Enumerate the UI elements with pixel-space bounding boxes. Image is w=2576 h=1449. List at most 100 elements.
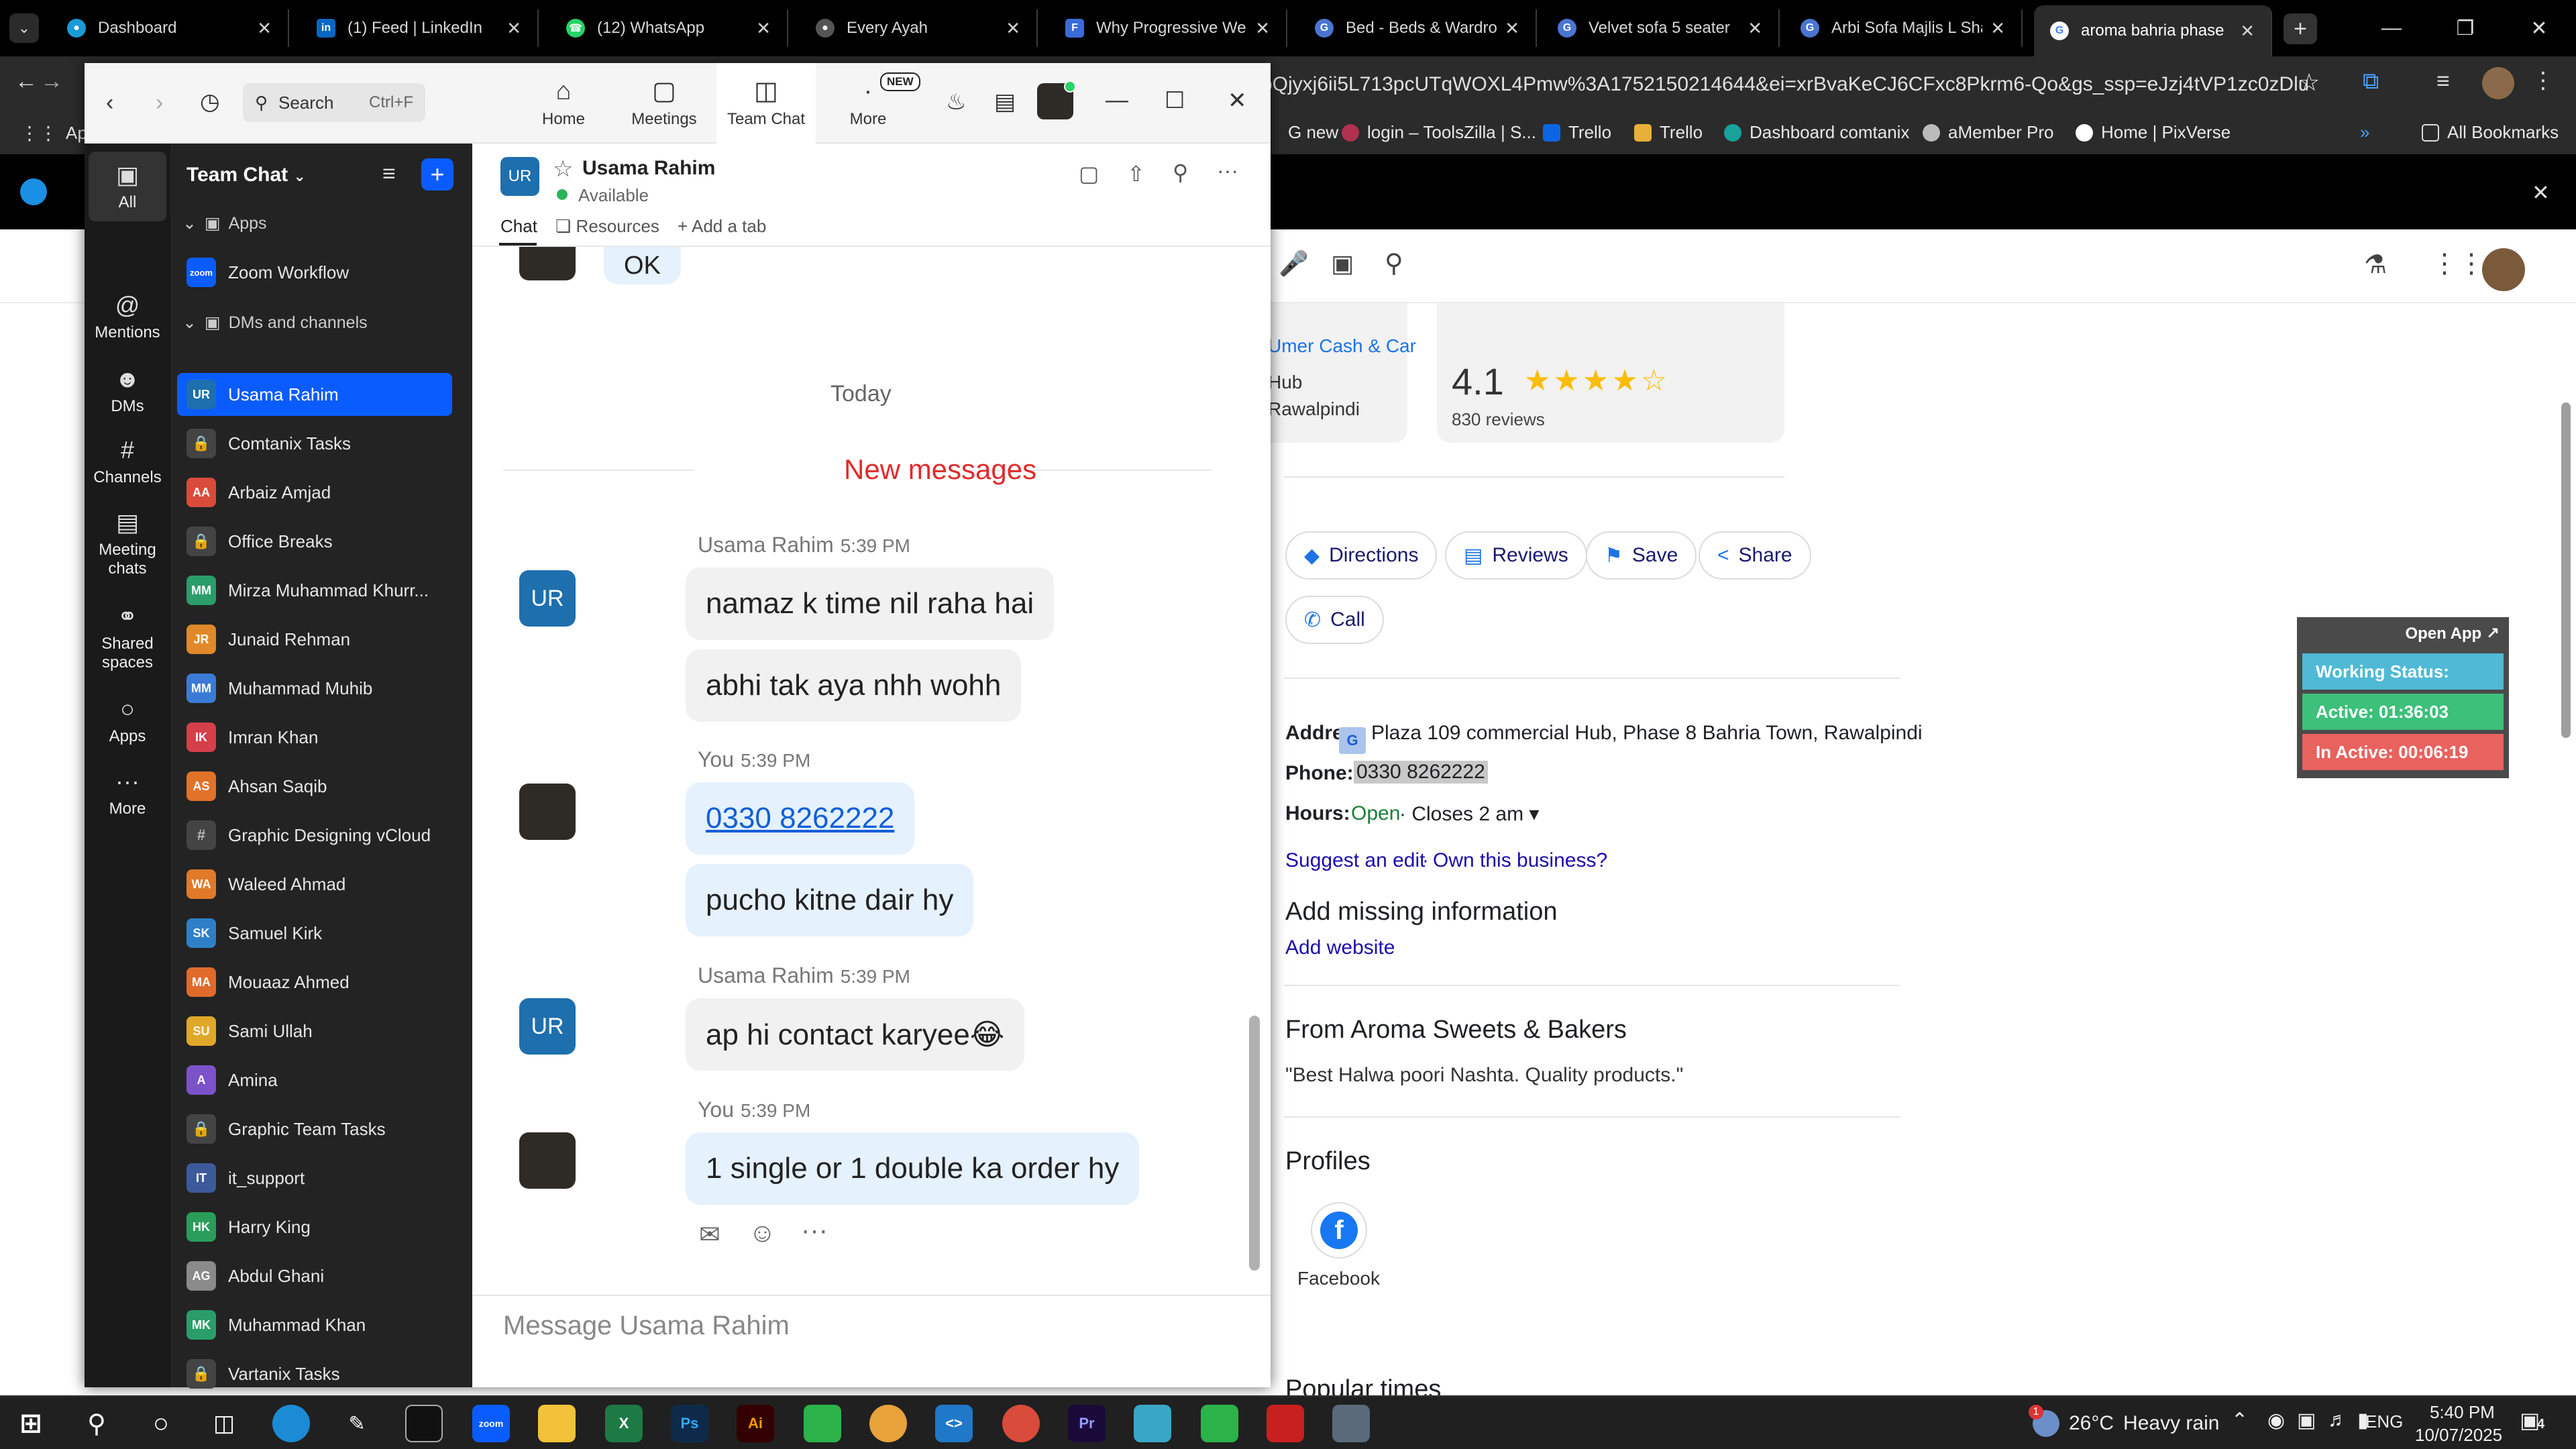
tray-icon[interactable]: ◉ [2267, 1409, 2285, 1432]
rail-channels[interactable]: # Channels [89, 436, 166, 487]
sidebar-item-channel[interactable]: MK Muhammad Khan [177, 1303, 452, 1346]
vscode-icon[interactable]: <> [935, 1405, 973, 1442]
close-icon[interactable]: ✕ [756, 18, 771, 39]
menu-dots-icon[interactable]: ⋮ [2532, 67, 2555, 94]
more-bookmarks-icon[interactable]: » [2360, 122, 2369, 143]
sidebar-item-channel[interactable]: 🔒 Comtanix Tasks [177, 422, 452, 465]
close-icon[interactable]: ✕ [1228, 87, 1247, 114]
nav-team-chat[interactable]: ◫ Team Chat [716, 63, 816, 144]
close-icon[interactable]: ✕ [257, 18, 272, 39]
volume-icon[interactable]: ♬ [2328, 1409, 2348, 1432]
phone-link[interactable]: 0330 8262222 [706, 802, 894, 835]
all-bookmarks[interactable]: All Bookmarks [2422, 122, 2559, 143]
tray-chevron-icon[interactable]: ⌃ [2231, 1409, 2248, 1432]
task-view-icon[interactable]: ◫ [205, 1405, 243, 1442]
message-bubble[interactable]: abhi tak aya nhh wohh [686, 649, 1022, 722]
message-bubble[interactable]: 0330 8262222 [686, 782, 915, 855]
sidebar-item-channel[interactable]: IK Imran Khan [177, 716, 452, 759]
close-icon[interactable]: ✕ [1990, 18, 2005, 39]
pen-icon[interactable]: ✎ [338, 1405, 376, 1442]
filter-icon[interactable]: ≡ [382, 161, 396, 187]
rail-mentions[interactable]: @ Mentions [89, 291, 166, 342]
nav-home[interactable]: ⌂ Home [514, 63, 613, 144]
extension-icon[interactable]: ⧉ [2363, 68, 2379, 95]
contact-name[interactable]: Usama Rahim [582, 157, 715, 180]
profile-avatar[interactable] [2482, 67, 2514, 99]
save-button[interactable]: ⚑ Save [1586, 531, 1697, 580]
facebook-label[interactable]: Facebook [1297, 1268, 1380, 1289]
video-call-icon[interactable]: ▢ [1079, 161, 1099, 186]
close-icon[interactable]: ✕ [2240, 21, 2255, 42]
sidebar-item-channel[interactable]: IT it_support [177, 1157, 452, 1199]
voice-search-icon[interactable]: 🎤 [1279, 250, 1309, 278]
illustrator-icon[interactable]: Ai [737, 1405, 774, 1442]
close-icon[interactable]: ✕ [1006, 18, 1020, 39]
bookmark-trello-1[interactable]: Trello [1543, 122, 1611, 143]
page-scrollbar[interactable] [2561, 402, 2571, 738]
chrome-icon-active[interactable] [1002, 1405, 1040, 1442]
search-icon[interactable]: ⚲ [1173, 160, 1188, 185]
browser-tab-7[interactable]: G Arbi Sofa Majlis L Sha ✕ [1784, 9, 2023, 47]
bell-icon[interactable]: ♨ [946, 89, 966, 115]
calculator-icon[interactable] [1332, 1405, 1370, 1442]
hours-dropdown[interactable]: · Closes 2 am ▾ [1399, 802, 1539, 826]
acrobat-icon[interactable] [1267, 1405, 1304, 1442]
restore-button[interactable]: ❐ [2428, 0, 2502, 56]
bookmark-g-new[interactable]: G new [1288, 122, 1338, 143]
star-icon[interactable]: ☆ [553, 156, 573, 182]
message-bubble[interactable]: namaz k time nil raha hai [686, 568, 1055, 640]
bookmark-pixverse[interactable]: Home | PixVerse [2076, 122, 2231, 143]
bookmark-amember[interactable]: aMember Pro [1923, 122, 2054, 143]
phone-value[interactable]: 0330 8262222 [1354, 761, 1488, 784]
sidebar-item-channel[interactable]: JR Junaid Rehman [177, 618, 452, 661]
chrome-icon[interactable] [869, 1405, 907, 1442]
sidebar-item-channel[interactable]: AA Arbaiz Amjad [177, 471, 452, 514]
tab-chat[interactable]: Chat [500, 216, 537, 237]
chat-scrollbar[interactable] [1249, 1016, 1260, 1271]
rail-all[interactable]: ▣ All [89, 152, 166, 221]
sender-avatar[interactable]: UR [519, 998, 576, 1055]
maximize-icon[interactable]: ☐ [1165, 87, 1185, 114]
close-icon[interactable]: ✕ [506, 18, 521, 39]
clock-time[interactable]: 5:40 PM [2430, 1402, 2495, 1423]
rail-shared-spaces[interactable]: ⚭ Shared spaces [89, 602, 166, 672]
zoom-search-input[interactable]: ⚲ Search Ctrl+F [243, 83, 425, 122]
browser-tab-8[interactable]: Garoma bahria phase ✕ [2034, 5, 2272, 56]
bookmark-star-icon[interactable]: ☆ [2298, 68, 2320, 97]
more-options-icon[interactable]: ··· [1217, 158, 1238, 183]
app-icon[interactable] [1134, 1405, 1171, 1442]
open-app-button[interactable]: Open App ↗ [2405, 624, 2500, 643]
sidebar-title[interactable]: Team Chat ⌄ [186, 164, 306, 186]
search-icon[interactable]: ⚲ [78, 1405, 115, 1442]
minimize-icon[interactable]: — [1106, 87, 1128, 113]
sidebar-item-channel[interactable]: MM Mirza Muhammad Khurr... [177, 569, 452, 612]
sidebar-item-channel[interactable]: AG Abdul Ghani [177, 1254, 452, 1297]
directions-button[interactable]: ◆ Directions [1285, 531, 1438, 580]
nav-more[interactable]: · More NEW [818, 63, 920, 144]
back-chevron-icon[interactable]: ‹ [106, 90, 113, 116]
premiere-icon[interactable]: Pr [1068, 1405, 1106, 1442]
back-arrow-icon[interactable]: ← [15, 68, 38, 95]
rail-apps[interactable]: ○ Apps [89, 695, 166, 746]
browser-tab-3[interactable]: ● Every Ayah ✕ [800, 9, 1038, 47]
sidebar-item-channel[interactable]: # Graphic Designing vCloud [177, 814, 452, 857]
minimize-button[interactable]: — [2355, 0, 2428, 56]
language-indicator[interactable]: ENG [2365, 1411, 2403, 1432]
close-icon[interactable]: ✕ [2532, 180, 2550, 205]
edge-icon[interactable] [272, 1405, 310, 1442]
media-icon[interactable]: ≡ [2436, 68, 2450, 95]
nav-meetings[interactable]: ▢ Meetings [614, 63, 714, 144]
browser-tab-4[interactable]: F Why Progressive Web ✕ [1049, 9, 1287, 47]
bookmark-trello-2[interactable]: Trello [1634, 122, 1703, 143]
message-bubble[interactable]: OK [604, 247, 681, 284]
more-actions-icon[interactable]: ··· [801, 1216, 828, 1246]
call-button[interactable]: ✆ Call [1285, 596, 1384, 644]
image-search-icon[interactable]: ▣ [1331, 250, 1354, 278]
zoom-taskbar-icon[interactable]: zoom [472, 1405, 510, 1442]
history-icon[interactable]: ◷ [200, 89, 220, 115]
message-bubble[interactable]: pucho kitne dair hy [686, 864, 974, 936]
dms-section-header[interactable]: ⌄ ▣ DMs and channels [182, 313, 368, 333]
address-bar[interactable]: oQjyxj6ii5L713pcUTqWOXL4Pmw%3A1752150214… [1261, 64, 2308, 105]
browser-tab-2[interactable]: ☎ (12) WhatsApp ✕ [550, 9, 788, 47]
sidebar-item-channel[interactable]: MM Muhammad Muhib [177, 667, 452, 710]
